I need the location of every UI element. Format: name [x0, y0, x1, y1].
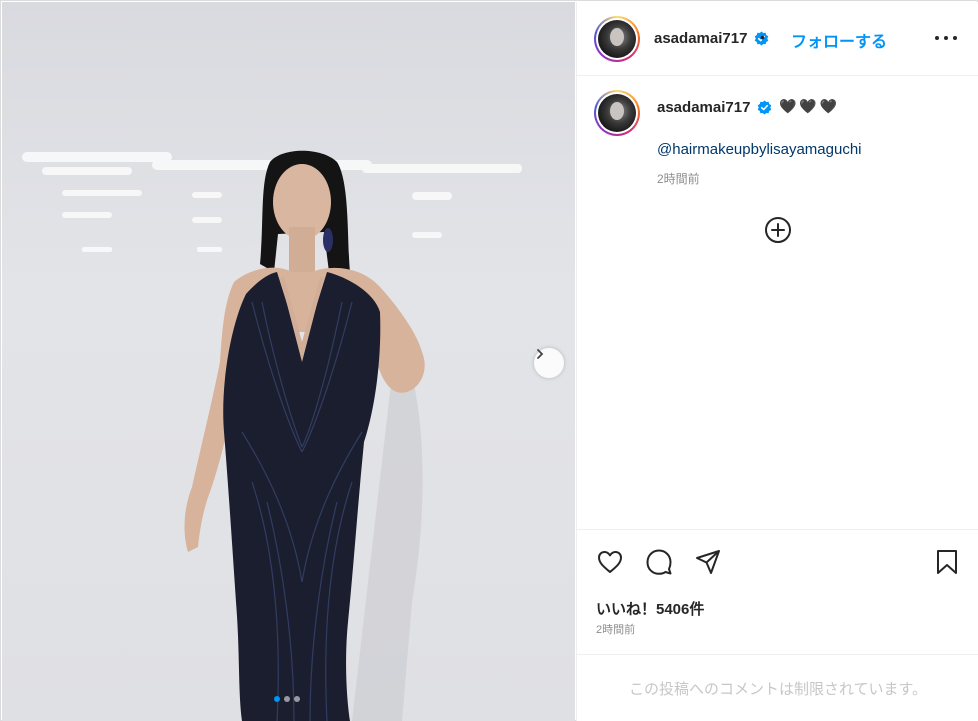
share-icon[interactable] [694, 548, 722, 576]
avatar[interactable] [594, 16, 640, 62]
divider [577, 529, 978, 530]
comment-icon[interactable] [645, 548, 673, 576]
post-media[interactable] [2, 2, 575, 721]
post-photo [22, 150, 522, 721]
like-count[interactable]: いいね！5406件 [596, 598, 704, 619]
caption-username[interactable]: asadamai717 [657, 99, 750, 116]
follow-button[interactable]: フォローする [791, 28, 887, 52]
caption-text: 🖤🖤🖤 [779, 98, 841, 114]
carousel-dot [284, 696, 290, 702]
post-header: asadamai717 • フォローする [577, 2, 978, 76]
separator-dot: • [760, 29, 765, 45]
divider [577, 654, 978, 655]
heart-icon[interactable] [596, 548, 624, 576]
caption-avatar[interactable] [594, 90, 640, 136]
more-options-icon[interactable] [935, 29, 957, 47]
chevron-right-icon [537, 349, 544, 359]
comments-limited-notice: この投稿へのコメントは制限されています。 [628, 681, 928, 698]
header-username[interactable]: asadamai717 [654, 30, 747, 47]
carousel-dot [294, 696, 300, 702]
caption-timestamp: 2時間前 [657, 172, 700, 186]
post-timestamp: 2時間前 [596, 624, 636, 636]
next-slide-button[interactable] [534, 348, 564, 378]
post-sidebar: asadamai717 • フォローする asadamai717 🖤🖤🖤 @ha… [576, 2, 978, 721]
carousel-dot [274, 696, 280, 702]
post-dialog: asadamai717 • フォローする asadamai717 🖤🖤🖤 @ha… [0, 0, 978, 721]
save-icon[interactable] [933, 548, 961, 576]
add-icon[interactable] [764, 216, 792, 244]
carousel-indicator [274, 696, 300, 702]
verified-icon [757, 100, 772, 115]
caption-mention-link[interactable]: @hairmakeupbylisayamaguchi [657, 141, 862, 158]
